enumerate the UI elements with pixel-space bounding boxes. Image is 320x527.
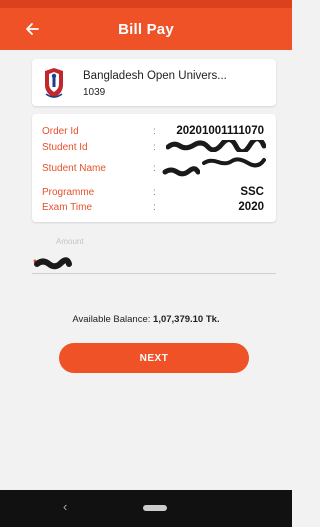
separator: : (153, 163, 156, 174)
amount-label: Amount (56, 237, 84, 246)
amount-input[interactable] (32, 250, 276, 274)
nav-home-icon[interactable] (143, 505, 167, 511)
programme-label: Programme (42, 187, 95, 198)
nav-back-icon[interactable]: ‹ (63, 499, 67, 514)
page-title: Bill Pay (118, 20, 174, 38)
next-button[interactable]: NEXT (59, 343, 249, 373)
university-crest-icon (42, 67, 66, 99)
exam-time-label: Exam Time (42, 202, 93, 213)
order-id-row: Order Id : 20201001111070 (32, 125, 276, 140)
student-id-row: Student Id : (32, 140, 276, 156)
status-bar (0, 0, 292, 8)
order-id-value: 20201001111070 (176, 125, 264, 137)
arrow-left-icon[interactable] (22, 19, 42, 39)
student-name-row: Student Name : (32, 157, 276, 177)
app-bar: Bill Pay (0, 8, 292, 50)
separator: : (153, 126, 156, 137)
exam-time-value: 2020 (238, 201, 264, 213)
student-id-label: Student Id (42, 142, 88, 153)
order-id-label: Order Id (42, 126, 79, 137)
organization-card: Bangladesh Open Univers... 1039 (32, 59, 276, 106)
system-nav-bar: ‹ (0, 490, 292, 527)
available-balance: Available Balance: 1,07,379.10 Tk. (0, 314, 292, 325)
separator: : (153, 202, 156, 213)
organization-name: Bangladesh Open Univers... (83, 70, 227, 82)
student-name-label: Student Name (42, 163, 106, 174)
programme-value: SSC (240, 186, 264, 198)
separator: : (153, 187, 156, 198)
exam-time-row: Exam Time : 2020 (32, 201, 276, 216)
details-card: Order Id : 20201001111070 Student Id : S… (32, 114, 276, 222)
redacted-amount-value (33, 257, 72, 270)
redacted-student-id (166, 140, 266, 152)
available-balance-label: Available Balance: (72, 314, 151, 325)
separator: : (153, 142, 156, 153)
redacted-student-name-line2 (162, 166, 200, 177)
redacted-student-name-line1 (202, 157, 266, 168)
available-balance-value: 1,07,379.10 Tk. (153, 314, 220, 325)
programme-row: Programme : SSC (32, 186, 276, 201)
organization-code: 1039 (83, 87, 106, 98)
